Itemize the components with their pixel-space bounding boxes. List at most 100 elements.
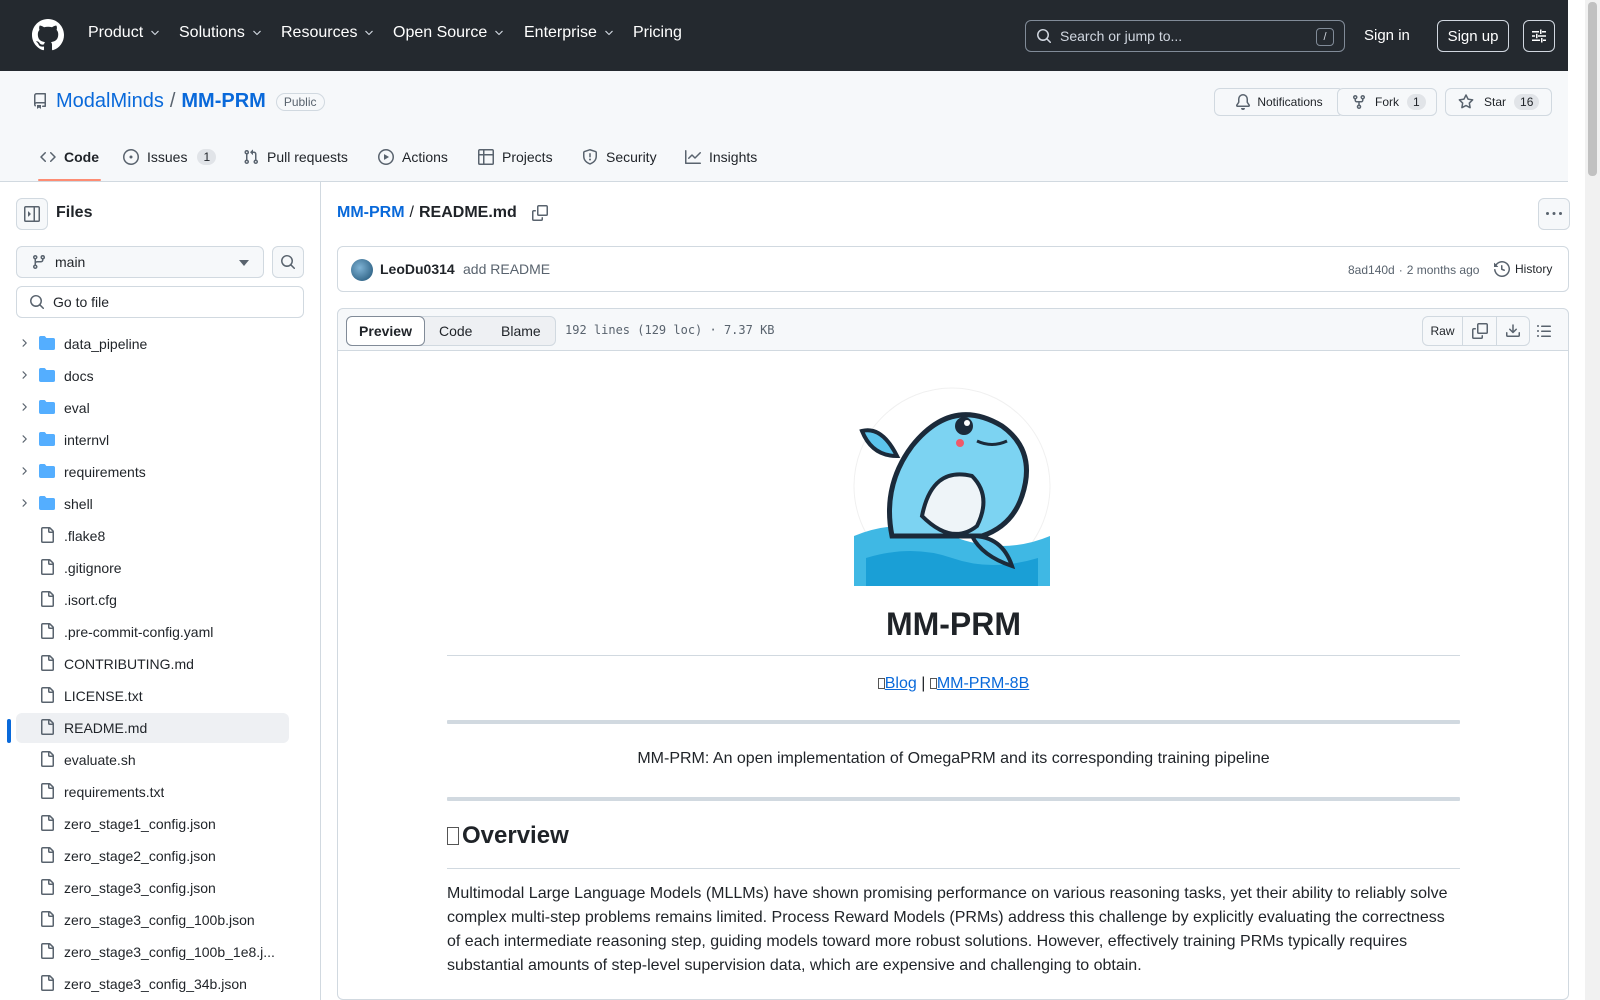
folder-icon <box>39 399 55 415</box>
tree-file--isort-cfg[interactable]: .isort.cfg <box>0 585 300 615</box>
nav-enterprise-label: Enterprise <box>524 24 597 41</box>
avatar[interactable] <box>351 259 373 281</box>
tree-folder-docs[interactable]: docs <box>0 361 300 391</box>
nav-resources[interactable]: Resources <box>281 24 375 42</box>
list-unordered-icon <box>1537 325 1551 337</box>
tree-file-evaluate-sh[interactable]: evaluate.sh <box>0 745 300 775</box>
tree-folder-eval[interactable]: eval <box>0 393 300 423</box>
tree-file-zero-stage2-config-json[interactable]: zero_stage2_config.json <box>0 841 300 871</box>
tree-folder-data_pipeline[interactable]: data_pipeline <box>0 329 300 359</box>
nav-open-source[interactable]: Open Source <box>393 24 505 42</box>
notifications-button[interactable]: Notifications <box>1214 88 1344 116</box>
tree-file-README-md[interactable]: README.md <box>16 713 289 743</box>
tree-item-label: CONTRIBUTING.md <box>64 656 194 672</box>
tree-file--gitignore[interactable]: .gitignore <box>0 553 300 583</box>
tree-file--pre-commit-config-yaml[interactable]: .pre-commit-config.yaml <box>0 617 300 647</box>
nav-product[interactable]: Product <box>88 24 161 42</box>
sidebar-collapse-icon <box>24 206 40 222</box>
search-files-button[interactable] <box>272 246 304 278</box>
star-count: 16 <box>1514 94 1540 110</box>
history-button[interactable]: History <box>1494 261 1552 277</box>
github-logo-icon[interactable] <box>32 19 64 51</box>
tree-folder-internvl[interactable]: internvl <box>0 425 300 455</box>
repo-name-link[interactable]: MM-PRM <box>181 90 265 113</box>
page-scrollbar[interactable] <box>1585 0 1600 1000</box>
go-to-file-placeholder: Go to file <box>53 294 110 310</box>
tree-file-LICENSE-txt[interactable]: LICENSE.txt <box>0 681 300 711</box>
blame-tab[interactable]: Blame <box>501 323 541 339</box>
raw-button[interactable]: Raw <box>1423 317 1463 345</box>
search-shortcut-badge: / <box>1316 28 1334 46</box>
file-icon <box>39 527 55 543</box>
tab-insights[interactable]: Insights <box>685 133 757 181</box>
star-button[interactable]: Star 16 <box>1445 88 1552 116</box>
bell-icon <box>1236 94 1251 110</box>
search-input[interactable]: Search or jump to... / <box>1025 20 1345 52</box>
repo-title-separator: / <box>169 90 176 112</box>
go-to-file-input[interactable]: Go to file <box>16 286 304 318</box>
tree-file-zero-stage3-config-json[interactable]: zero_stage3_config.json <box>0 873 300 903</box>
heading-divider <box>447 868 1460 869</box>
tab-security-label: Security <box>606 149 657 165</box>
tree-file--flake8[interactable]: .flake8 <box>0 521 300 551</box>
sidebar-title: Files <box>56 204 93 221</box>
fork-button[interactable]: Fork 1 <box>1337 88 1437 116</box>
sign-up-button[interactable]: Sign up <box>1437 20 1509 52</box>
repo-owner-link[interactable]: ModalMinds <box>56 90 164 113</box>
scrollbar-thumb[interactable] <box>1588 2 1597 176</box>
more-options-button[interactable] <box>1538 198 1570 230</box>
tab-code[interactable]: Code <box>38 133 101 181</box>
outline-button[interactable] <box>1536 323 1552 339</box>
tab-security[interactable]: Security <box>582 133 657 181</box>
branch-selector[interactable]: main <box>16 246 264 278</box>
tree-file-zero-stage3-config-100b-json[interactable]: zero_stage3_config_100b.json <box>0 905 300 935</box>
chevron-right-icon[interactable] <box>18 497 30 509</box>
file-icon <box>39 719 55 735</box>
chevron-right-icon[interactable] <box>18 337 30 349</box>
tab-projects[interactable]: Projects <box>478 133 553 181</box>
download-button[interactable] <box>1497 317 1529 345</box>
tree-file-zero-stage1-config-json[interactable]: zero_stage1_config.json <box>0 809 300 839</box>
tree-file-zero-stage3-config-100b-1e8-j-[interactable]: zero_stage3_config_100b_1e8.j... <box>0 937 300 967</box>
file-actions-group: Raw <box>1422 316 1530 346</box>
graph-icon <box>685 150 701 164</box>
file-toolbar: Preview Code Blame 192 lines (129 loc) ·… <box>337 308 1569 351</box>
chevron-right-icon[interactable] <box>18 369 30 381</box>
tree-file-CONTRIBUTING-md[interactable]: CONTRIBUTING.md <box>0 649 300 679</box>
nav-pricing[interactable]: Pricing <box>633 24 682 42</box>
blog-link[interactable]: Blog <box>885 675 917 692</box>
commit-time: 2 months ago <box>1406 263 1480 277</box>
code-icon <box>40 151 56 163</box>
chevron-right-icon[interactable] <box>18 433 30 445</box>
overview-paragraph: Multimodal Large Language Models (MLLMs)… <box>447 885 1448 974</box>
commit-sha-link[interactable]: 8ad140d <box>1348 263 1395 277</box>
tree-file-zero-stage3-config-34b-json[interactable]: zero_stage3_config_34b.json <box>0 969 300 999</box>
preview-tab[interactable]: Preview <box>346 316 425 346</box>
tree-item-label: zero_stage3_config_34b.json <box>64 976 247 992</box>
tab-pull-requests[interactable]: Pull requests <box>243 133 348 181</box>
collapse-sidebar-button[interactable] <box>16 198 48 230</box>
fork-label: Fork <box>1375 95 1399 109</box>
tree-item-label: evaluate.sh <box>64 752 136 768</box>
commit-message-link[interactable]: add README <box>463 261 550 277</box>
tree-folder-requirements[interactable]: requirements <box>0 457 300 487</box>
file-icon <box>39 847 55 863</box>
commit-author-link[interactable]: LeoDu0314 <box>380 261 455 277</box>
nav-solutions[interactable]: Solutions <box>179 24 263 42</box>
tab-actions[interactable]: Actions <box>378 133 448 181</box>
breadcrumb-repo-link[interactable]: MM-PRM <box>337 204 405 222</box>
copy-raw-button[interactable] <box>1463 317 1497 345</box>
model-link[interactable]: MM-PRM-8B <box>937 675 1029 692</box>
chevron-right-icon[interactable] <box>18 401 30 413</box>
code-view-tab[interactable]: Code <box>439 323 472 339</box>
copy-path-icon[interactable] <box>531 205 548 221</box>
chevron-down-icon <box>605 30 613 36</box>
settings-menu-button[interactable] <box>1523 20 1555 52</box>
copy-icon <box>1471 323 1488 339</box>
tree-folder-shell[interactable]: shell <box>0 489 300 519</box>
tab-issues[interactable]: Issues 1 <box>123 133 217 181</box>
chevron-right-icon[interactable] <box>18 465 30 477</box>
tree-file-requirements-txt[interactable]: requirements.txt <box>0 777 300 807</box>
sign-in-link[interactable]: Sign in <box>1364 27 1410 44</box>
nav-enterprise[interactable]: Enterprise <box>524 24 615 42</box>
